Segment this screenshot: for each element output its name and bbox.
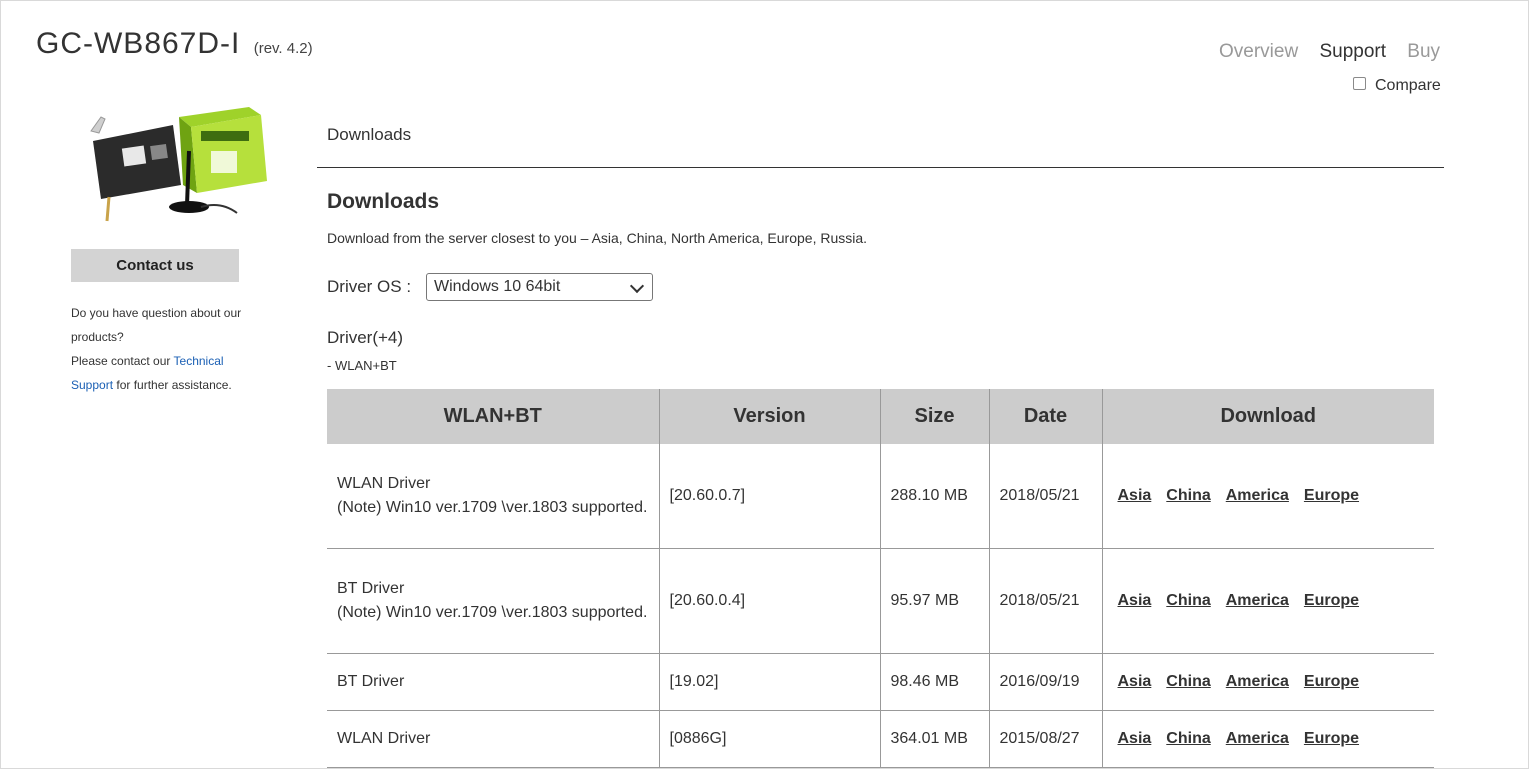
help-line-1: Do you have question about our products? (71, 306, 242, 344)
download-china-link[interactable]: China (1166, 730, 1210, 747)
compare-checkbox[interactable] (1353, 76, 1366, 90)
help-line-2-post: for further assistance. (113, 378, 232, 392)
driver-name-cell: WLAN Driver (Note) Win10 ver.1709 \ver.18… (327, 444, 659, 549)
driver-version: [0886G] (658, 710, 880, 768)
driver-size: 95.97 MB (879, 548, 989, 654)
driver-name: BT Driver (337, 580, 405, 597)
download-asia-link[interactable]: Asia (1118, 673, 1152, 690)
table-row: BT Driver (Note) Win10 ver.1709 \ver.1803… (327, 548, 1434, 654)
table-row: BT Driver [19.02] 98.46 MB 2016/09/19 As… (327, 653, 1434, 711)
driver-version: [19.02] (658, 653, 880, 711)
section-divider (317, 167, 1444, 168)
table-header-row: WLAN+BT Version Size Date Download (327, 389, 1434, 444)
download-china-link[interactable]: China (1166, 487, 1210, 504)
driver-name-cell: BT Driver (Note) Win10 ver.1709 \ver.1803… (327, 548, 659, 654)
driver-name: BT Driver (327, 653, 659, 711)
header-download: Download (1101, 389, 1434, 444)
downloads-table: WLAN+BT Version Size Date Download WLAN … (327, 389, 1434, 768)
download-links: Asia China America Europe (1101, 653, 1434, 711)
table-row: WLAN Driver [0886G] 364.01 MB 2015/08/27… (327, 710, 1434, 768)
contact-us-button[interactable]: Contact us (71, 249, 239, 282)
download-china-link[interactable]: China (1166, 592, 1210, 609)
driver-os-select[interactable]: Windows 10 64bit (426, 273, 653, 301)
help-line-2-pre: Please contact our (71, 354, 174, 368)
product-name: GC-WB867D-I (36, 27, 241, 60)
download-america-link[interactable]: America (1226, 592, 1289, 609)
download-asia-link[interactable]: Asia (1118, 592, 1152, 609)
product-image (90, 107, 267, 222)
driver-date: 2018/05/21 (988, 548, 1102, 654)
top-nav: Overview Support Buy (1219, 41, 1456, 63)
driver-size: 364.01 MB (879, 710, 989, 768)
header-size: Size (879, 389, 989, 444)
download-america-link[interactable]: America (1226, 673, 1289, 690)
header-wlan-bt: WLAN+BT (327, 389, 659, 444)
download-asia-link[interactable]: Asia (1118, 730, 1152, 747)
download-america-link[interactable]: America (1226, 487, 1289, 504)
nav-support[interactable]: Support (1319, 41, 1386, 62)
driver-name: WLAN Driver (337, 475, 431, 492)
download-asia-link[interactable]: Asia (1118, 487, 1152, 504)
download-europe-link[interactable]: Europe (1304, 592, 1359, 609)
download-links: Asia China America Europe (1101, 710, 1434, 768)
product-revision: (rev. 4.2) (253, 40, 313, 57)
downloads-description: Download from the server closest to you … (327, 230, 868, 246)
driver-size: 98.46 MB (879, 653, 989, 711)
download-america-link[interactable]: America (1226, 730, 1289, 747)
driver-date: 2018/05/21 (988, 444, 1102, 549)
tab-downloads[interactable]: Downloads (327, 125, 411, 145)
chevron-down-icon (629, 278, 645, 294)
driver-version: [20.60.0.7] (658, 444, 880, 549)
driver-date: 2015/08/27 (988, 710, 1102, 768)
header-version: Version (658, 389, 880, 444)
nav-overview[interactable]: Overview (1219, 41, 1298, 62)
downloads-heading: Downloads (327, 190, 440, 213)
driver-size: 288.10 MB (879, 444, 989, 549)
download-china-link[interactable]: China (1166, 673, 1210, 690)
driver-version: [20.60.0.4] (658, 548, 880, 654)
download-links: Asia China America Europe (1101, 548, 1434, 654)
driver-name: WLAN Driver (327, 710, 659, 768)
compare-toggle[interactable]: Compare (1353, 76, 1441, 95)
driver-note: (Note) Win10 ver.1709 \ver.1803 supporte… (337, 499, 648, 516)
driver-os-label: Driver OS : (327, 277, 412, 296)
driver-section-subtitle: - WLAN+BT (327, 358, 397, 373)
header-date: Date (988, 389, 1102, 444)
nav-buy[interactable]: Buy (1407, 41, 1440, 62)
download-europe-link[interactable]: Europe (1304, 673, 1359, 690)
driver-date: 2016/09/19 (988, 653, 1102, 711)
download-europe-link[interactable]: Europe (1304, 487, 1359, 504)
download-links: Asia China America Europe (1101, 444, 1434, 549)
driver-os-value: Windows 10 64bit (434, 278, 561, 295)
product-title: GC-WB867D-I (rev. 4.2) (36, 27, 313, 61)
help-text: Do you have question about our products?… (71, 301, 261, 397)
driver-section-title: Driver(+4) (327, 328, 404, 347)
driver-note: (Note) Win10 ver.1709 \ver.1803 supporte… (337, 604, 648, 621)
table-row: WLAN Driver (Note) Win10 ver.1709 \ver.18… (327, 444, 1434, 549)
download-europe-link[interactable]: Europe (1304, 730, 1359, 747)
compare-label: Compare (1375, 77, 1441, 94)
